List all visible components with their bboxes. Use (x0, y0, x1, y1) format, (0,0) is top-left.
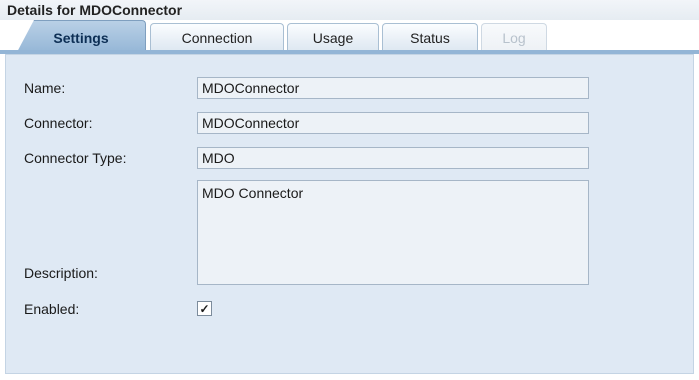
enabled-checkbox[interactable]: ✓ (197, 301, 212, 316)
enabled-label: Enabled: (24, 301, 80, 317)
connector-label: Connector: (24, 115, 93, 131)
details-header: Details for MDOConnector (0, 0, 699, 20)
connector-field[interactable]: MDOConnector (197, 112, 589, 134)
name-label: Name: (24, 80, 66, 96)
name-field[interactable]: MDOConnector (197, 77, 589, 99)
connector-type-field[interactable]: MDO (197, 147, 589, 169)
description-textarea[interactable]: MDO Connector (197, 180, 589, 285)
tab-usage[interactable]: Usage (287, 23, 379, 52)
page-title: Details for MDOConnector (7, 2, 183, 18)
tab-connection[interactable]: Connection (150, 23, 284, 52)
checkmark-icon: ✓ (199, 301, 210, 316)
description-label: Description: (24, 265, 98, 281)
tab-settings[interactable]: Settings (16, 20, 146, 54)
connector-type-label: Connector Type: (24, 150, 127, 166)
tab-strip: Settings Connection Usage Status Log (0, 20, 699, 54)
tab-status[interactable]: Status (382, 23, 478, 52)
tab-log: Log (481, 23, 547, 52)
